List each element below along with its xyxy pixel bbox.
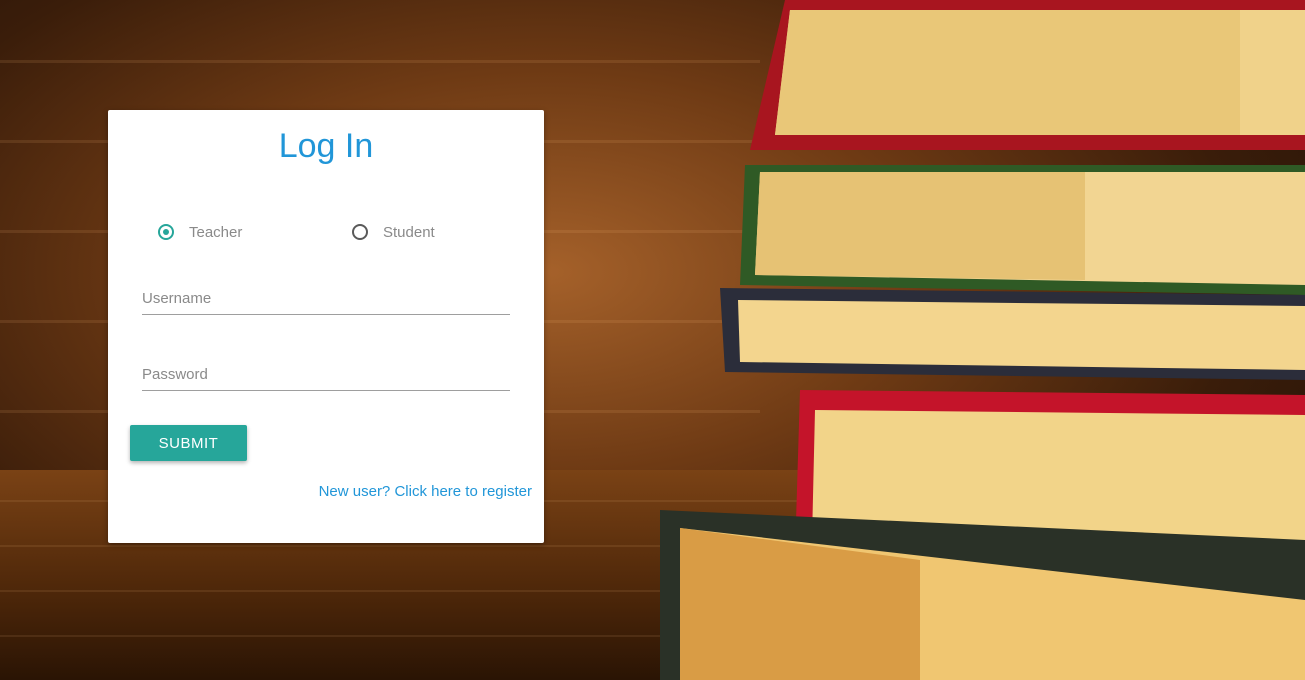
password-field[interactable] <box>142 358 510 391</box>
radio-checked-icon <box>158 224 174 240</box>
title-container: Log In <box>108 126 544 170</box>
radio-unchecked-icon <box>352 224 368 240</box>
role-radio-student[interactable]: Student <box>352 222 435 242</box>
login-card: Log In Teacher Student SUBMIT New user? … <box>108 110 544 543</box>
submit-button[interactable]: SUBMIT <box>130 425 247 461</box>
username-field[interactable] <box>142 282 510 315</box>
page-title: Log In <box>278 127 374 165</box>
role-label-student: Student <box>383 223 435 241</box>
register-link[interactable]: New user? Click here to register <box>319 483 532 500</box>
books-stack-illustration <box>660 0 1305 680</box>
role-label-teacher: Teacher <box>189 223 243 241</box>
role-radio-teacher[interactable]: Teacher <box>158 222 242 242</box>
